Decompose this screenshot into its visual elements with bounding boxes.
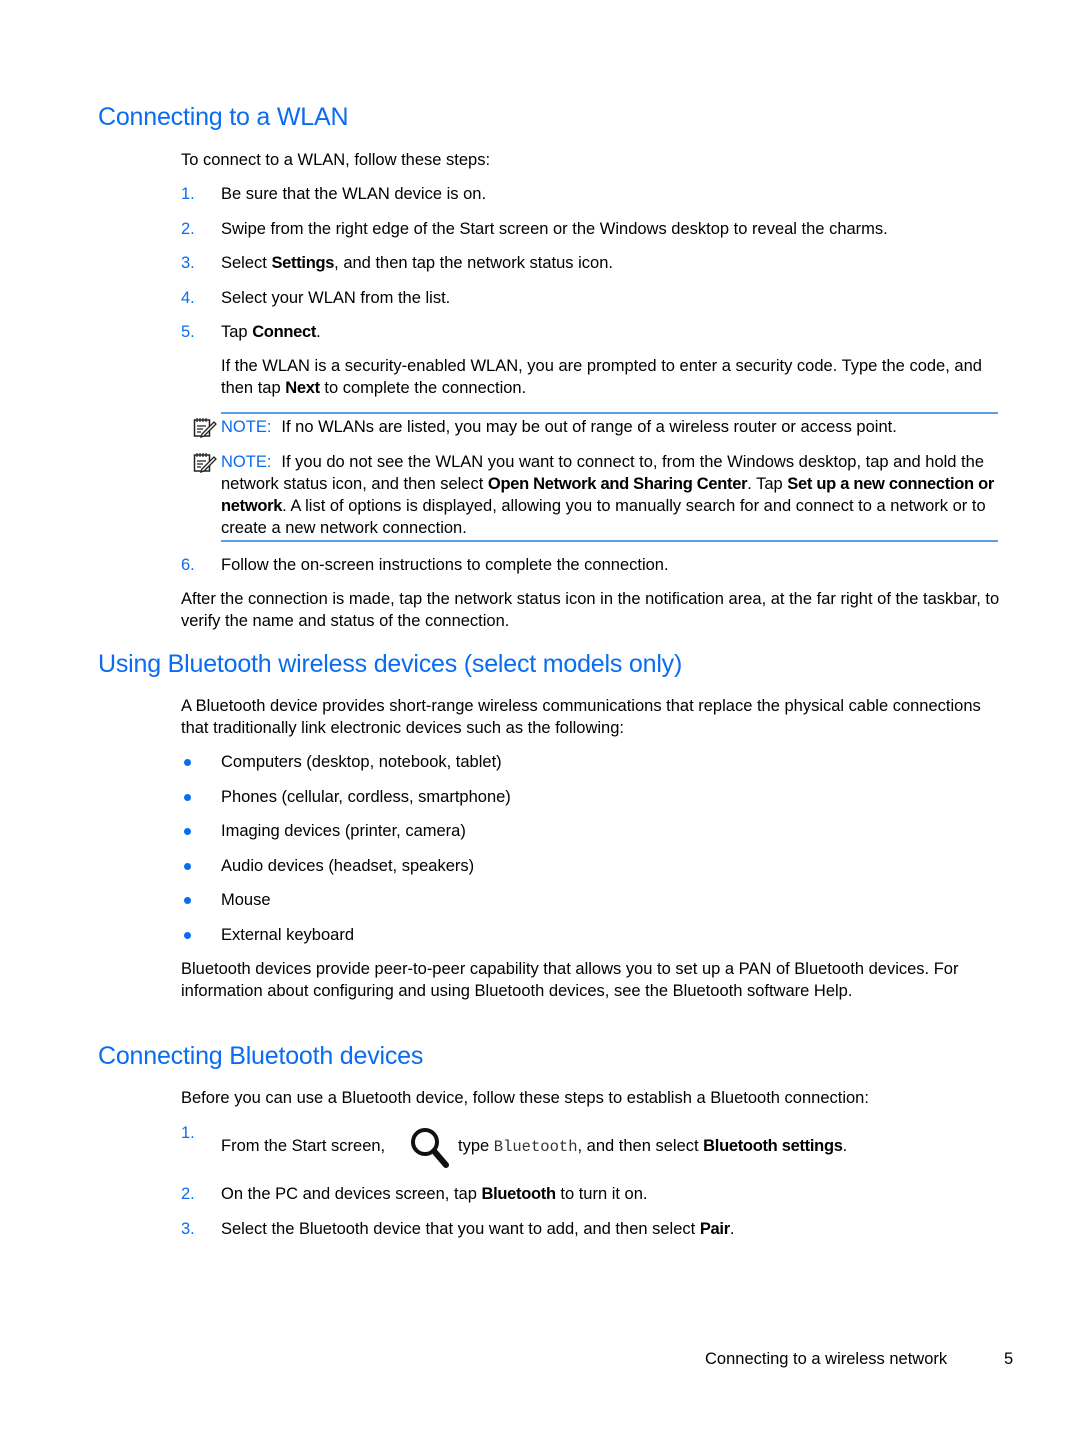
step-text-part: Select the Bluetooth device that you wan… xyxy=(221,1220,700,1238)
note-text: If no WLANs are listed, you may be out o… xyxy=(281,418,897,436)
note-label: NOTE: xyxy=(221,453,272,471)
bluetooth-outro: Bluetooth devices provide peer-to-peer c… xyxy=(181,960,959,1000)
bullet-text: Computers (desktop, notebook, tablet) xyxy=(221,753,502,771)
step-number: 3. xyxy=(181,254,195,272)
step-text: Be sure that the WLAN device is on. xyxy=(221,185,487,203)
step-text: Select your WLAN from the list. xyxy=(221,289,451,307)
typed-text-bluetooth: Bluetooth xyxy=(493,1138,578,1156)
bullet-icon xyxy=(184,932,191,939)
step-text-part: On the PC and devices screen, tap xyxy=(221,1185,482,1203)
step-text-part: . xyxy=(729,1220,735,1238)
ui-term-bluetooth-settings: Bluetooth settings xyxy=(703,1137,843,1155)
heading-connecting-to-wlan: Connecting to a WLAN xyxy=(98,103,349,131)
step-text: Swipe from the right edge of the Start s… xyxy=(221,220,888,238)
step-text-part: type xyxy=(458,1137,494,1155)
page-number: 5 xyxy=(1004,1350,1014,1368)
heading-using-bluetooth: Using Bluetooth wireless devices (select… xyxy=(98,650,683,678)
note-bottom-rule xyxy=(221,540,998,542)
step-text: Tap Connect. xyxy=(221,321,321,343)
wlan-intro: To connect to a WLAN, follow these steps… xyxy=(181,151,491,169)
step-number: 2. xyxy=(181,1185,195,1203)
ui-term-next: Next xyxy=(285,379,320,397)
step-text-part: . xyxy=(316,323,321,341)
bluetooth-intro: A Bluetooth device provides short-range … xyxy=(181,697,981,737)
detail-text: to complete the connection. xyxy=(319,379,527,397)
bullet-text: Audio devices (headset, speakers) xyxy=(221,857,475,875)
step-text-part: , and then tap the network status icon. xyxy=(334,254,613,272)
step-number: 3. xyxy=(181,1220,195,1238)
ui-term-connect: Connect xyxy=(252,323,317,341)
bullet-text: Imaging devices (printer, camera) xyxy=(221,822,466,840)
heading-connecting-bluetooth: Connecting Bluetooth devices xyxy=(98,1042,424,1070)
note-text: . Tap xyxy=(747,475,788,493)
step-text-part: Tap xyxy=(221,323,253,341)
ui-term-pair: Pair xyxy=(699,1220,730,1238)
step-text: From the Start screen, xyxy=(221,1137,386,1155)
step-text-part: . xyxy=(842,1137,848,1155)
bullet-text: External keyboard xyxy=(221,926,354,944)
note-top-rule xyxy=(221,412,998,414)
wlan-step-5-detail: If the WLAN is a security-enabled WLAN, … xyxy=(221,355,1001,399)
bullet-text: Mouse xyxy=(221,891,271,909)
step-text-part: to turn it on. xyxy=(555,1185,648,1203)
bullet-icon xyxy=(184,863,191,870)
wlan-after-connection: After the connection is made, tap the ne… xyxy=(181,590,1000,630)
connecting-bt-intro: Before you can use a Bluetooth device, f… xyxy=(181,1089,869,1107)
note-1: NOTE: If no WLANs are listed, you may be … xyxy=(221,416,1001,438)
note-icon xyxy=(193,418,217,438)
note-2: NOTE: If you do not see the WLAN you want… xyxy=(221,451,1001,539)
bullet-text: Phones (cellular, cordless, smartphone) xyxy=(221,788,511,806)
bullet-icon xyxy=(184,794,191,801)
step-text: On the PC and devices screen, tap Blueto… xyxy=(221,1183,648,1205)
step-text: Follow the on-screen instructions to com… xyxy=(221,556,669,574)
ui-term-settings: Settings xyxy=(271,254,335,272)
ui-term-bluetooth: Bluetooth xyxy=(481,1185,556,1203)
step-text-part: , and then select xyxy=(577,1137,704,1155)
step-text-part: Select xyxy=(221,254,272,272)
step-text: Select the Bluetooth device that you wan… xyxy=(221,1218,734,1240)
step-number: 5. xyxy=(181,323,195,341)
step-number: 6. xyxy=(181,556,195,574)
note-label: NOTE: xyxy=(221,418,272,436)
bt-step-1-text-cont: type Bluetooth, and then select Bluetoot… xyxy=(458,1135,847,1158)
bullet-icon xyxy=(184,828,191,835)
bullet-icon xyxy=(184,759,191,766)
step-text: Select Settings, and then tap the networ… xyxy=(221,252,613,274)
bullet-icon xyxy=(184,897,191,904)
ui-term-open-network-sharing-center: Open Network and Sharing Center xyxy=(487,475,748,493)
step-number: 2. xyxy=(181,220,195,238)
search-icon xyxy=(411,1128,449,1168)
note-text: . A list of options is displayed, allowi… xyxy=(221,497,986,537)
step-number: 1. xyxy=(181,185,195,203)
step-number: 1. xyxy=(181,1124,195,1142)
note-icon xyxy=(193,453,217,473)
footer-section-title: Connecting to a wireless network xyxy=(705,1350,948,1368)
step-number: 4. xyxy=(181,289,195,307)
